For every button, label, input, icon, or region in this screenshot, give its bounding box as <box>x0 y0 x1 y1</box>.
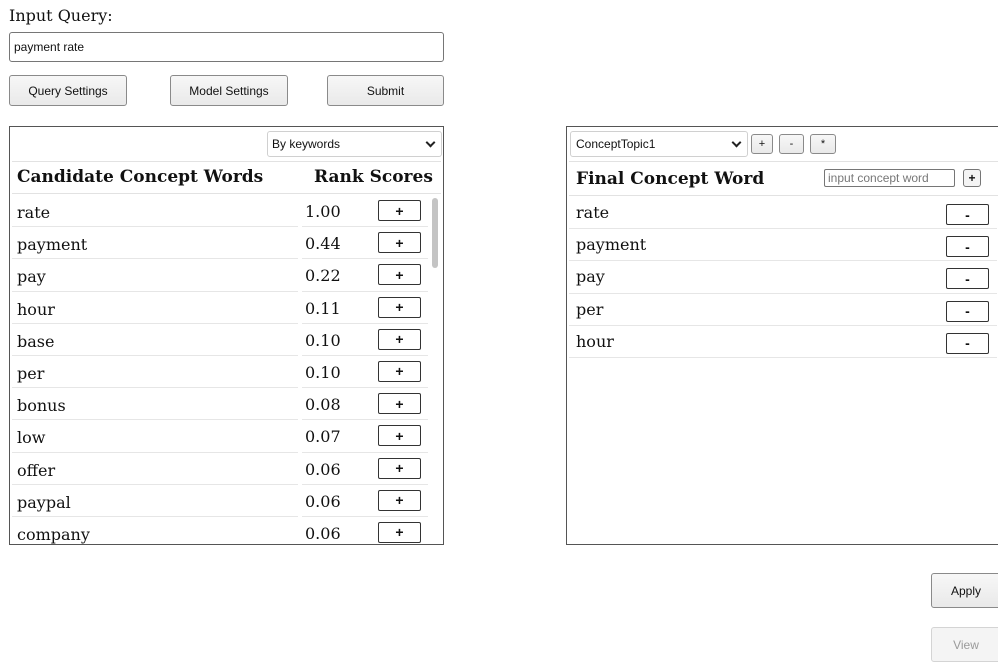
candidate-word: bonus <box>17 396 66 416</box>
submit-button[interactable]: Submit <box>327 75 444 106</box>
view-button[interactable]: View <box>931 627 998 662</box>
candidate-word: hour <box>17 299 55 319</box>
remove-concept-button[interactable]: - <box>946 236 989 258</box>
remove-concept-button[interactable]: - <box>946 300 989 322</box>
apply-button[interactable]: Apply <box>931 573 998 608</box>
divider <box>569 161 998 162</box>
topic-select-value: ConceptTopic1 <box>576 137 656 151</box>
divider <box>12 161 441 162</box>
star-topic-button[interactable]: * <box>810 134 836 154</box>
final-concept-panel: ConceptTopic1 + - * Final Concept Word +… <box>566 126 998 545</box>
add-candidate-button[interactable]: + <box>378 296 421 318</box>
remove-concept-button[interactable]: - <box>946 332 989 354</box>
candidate-word: per <box>17 363 45 383</box>
candidate-word: company <box>17 524 90 544</box>
rank-score: 0.08 <box>305 395 341 415</box>
candidate-word: pay <box>17 267 46 287</box>
query-label: Input Query: <box>9 6 113 25</box>
rank-score: 0.06 <box>305 459 341 479</box>
remove-concept-button[interactable]: - <box>946 204 989 225</box>
sort-select[interactable]: By keywords <box>267 131 442 157</box>
add-candidate-button[interactable]: + <box>378 200 421 221</box>
candidate-word: offer <box>17 460 56 480</box>
chevron-down-icon <box>731 137 742 148</box>
final-concept-row: per - <box>567 294 997 326</box>
candidate-row: offer 0.06 + <box>10 453 430 485</box>
add-candidate-button[interactable]: + <box>378 521 421 543</box>
final-concept-word: pay <box>576 267 605 287</box>
add-candidate-button[interactable]: + <box>378 489 421 511</box>
candidate-row: rate 1.00 + <box>10 195 430 228</box>
candidate-words-header: Candidate Concept Words <box>17 167 264 187</box>
add-concept-button[interactable]: + <box>963 169 981 187</box>
candidate-row: paypal 0.06 + <box>10 485 430 517</box>
rank-score: 0.22 <box>305 266 341 286</box>
sort-select-value: By keywords <box>272 137 341 151</box>
remove-topic-button[interactable]: - <box>779 134 804 154</box>
row-divider <box>569 356 997 358</box>
add-candidate-button[interactable]: + <box>378 425 421 447</box>
candidate-row: hour 0.11 + <box>10 292 430 324</box>
final-concept-row: payment - <box>567 229 997 262</box>
add-candidate-button[interactable]: + <box>378 264 421 286</box>
chevron-down-icon <box>425 137 436 148</box>
rank-score: 0.10 <box>305 362 341 382</box>
rank-score: 1.00 <box>305 202 341 221</box>
final-concept-word: payment <box>576 235 647 255</box>
candidate-word: low <box>17 428 46 448</box>
candidate-word: base <box>17 331 55 351</box>
rank-score: 0.10 <box>305 330 341 350</box>
candidate-word: rate <box>17 203 51 222</box>
final-concept-word: hour <box>576 331 614 351</box>
rank-score: 0.06 <box>305 523 341 543</box>
rank-score: 0.44 <box>305 234 341 254</box>
candidate-row: company 0.06 + <box>10 517 430 544</box>
candidate-row: per 0.10 + <box>10 356 430 389</box>
scrollbar[interactable] <box>431 195 439 544</box>
add-topic-button[interactable]: + <box>751 134 773 154</box>
divider <box>12 193 441 194</box>
final-concept-header: Final Concept Word <box>576 169 765 189</box>
scrollbar-thumb[interactable] <box>432 198 438 268</box>
divider <box>569 195 998 196</box>
add-candidate-button[interactable]: + <box>378 328 421 350</box>
query-input[interactable] <box>9 32 444 62</box>
final-concept-row: rate - <box>567 197 997 230</box>
candidate-row: payment 0.44 + <box>10 227 430 260</box>
candidate-word: payment <box>17 235 88 255</box>
final-concept-row: pay - <box>567 261 997 294</box>
final-concept-word: per <box>576 299 604 319</box>
final-concept-word: rate <box>576 203 610 222</box>
rank-score: 0.11 <box>305 298 341 318</box>
add-candidate-button[interactable]: + <box>378 393 421 415</box>
final-concept-row: hour - <box>567 326 997 358</box>
add-candidate-button[interactable]: + <box>378 232 421 254</box>
candidate-word: paypal <box>17 492 71 512</box>
rank-score: 0.07 <box>305 427 341 447</box>
candidate-row: pay 0.22 + <box>10 259 430 292</box>
topic-select[interactable]: ConceptTopic1 <box>570 131 748 157</box>
query-settings-button[interactable]: Query Settings <box>9 75 127 106</box>
concept-word-input[interactable] <box>824 169 955 187</box>
remove-concept-button[interactable]: - <box>946 268 989 290</box>
add-candidate-button[interactable]: + <box>378 360 421 382</box>
rank-score: 0.06 <box>305 491 341 511</box>
candidate-row: bonus 0.08 + <box>10 388 430 421</box>
candidate-row: base 0.10 + <box>10 324 430 356</box>
final-concept-list: rate - payment - pay - per - hour - <box>567 197 997 358</box>
rank-scores-header: Rank Scores <box>314 167 433 187</box>
candidate-row: low 0.07 + <box>10 420 430 453</box>
model-settings-button[interactable]: Model Settings <box>170 75 288 106</box>
candidate-panel: By keywords Candidate Concept Words Rank… <box>9 126 444 545</box>
candidate-list: rate 1.00 + payment 0.44 + pay 0.22 + hour 0.11 + ba… <box>10 195 430 544</box>
add-candidate-button[interactable]: + <box>378 457 421 479</box>
